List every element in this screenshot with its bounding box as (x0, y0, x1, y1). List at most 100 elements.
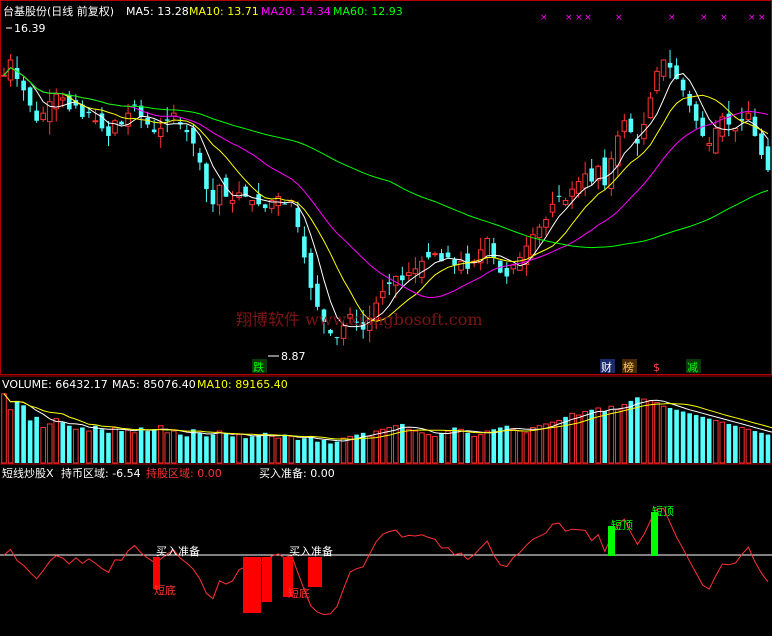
candle-body-down (426, 251, 431, 258)
volume-bar (125, 428, 131, 464)
volume-bar (439, 432, 444, 463)
candle-body-up (706, 143, 713, 146)
candle-body-down (759, 133, 764, 155)
x-mark: × (575, 13, 583, 23)
volume-bar (216, 430, 223, 464)
volume-ma5-legend: MA5: 85076.40 (112, 378, 196, 391)
volume-bar (256, 434, 261, 463)
volume-bar (693, 415, 699, 463)
volume-bar (432, 435, 438, 464)
volume-bar (647, 400, 654, 464)
volume-bar (131, 432, 138, 464)
volume-bar (236, 434, 242, 464)
candle-body-down (602, 157, 608, 186)
volume-bar (563, 416, 568, 463)
volume-bar (491, 429, 497, 463)
event-tag-cai[interactable]: 财 (600, 359, 615, 374)
volume-bar (151, 429, 157, 463)
volume-bar (530, 427, 536, 464)
candle-body-down (86, 111, 92, 114)
volume-bar (184, 436, 190, 463)
ma5-legend: MA5: 13.28 (126, 5, 189, 18)
volume-bar (497, 427, 503, 463)
volume-bar (602, 411, 608, 463)
volume-bar (66, 425, 72, 463)
volume-bar (86, 430, 92, 464)
ma60-line (3, 66, 769, 249)
candle-body-up (582, 173, 588, 189)
candle-body-down (680, 79, 686, 91)
volume-bar (230, 436, 235, 463)
volume-bar (680, 411, 686, 463)
volume-bar (243, 438, 248, 463)
candle-body-up (432, 253, 438, 256)
volume-bar (386, 427, 393, 464)
volume-bar (759, 432, 764, 463)
volume-bar (615, 409, 621, 464)
volume-bar (145, 431, 150, 463)
volume-bar (191, 429, 196, 463)
volume-bar (7, 409, 14, 464)
volume-bar (674, 409, 679, 463)
volume-bar (477, 434, 484, 464)
volume-bar (170, 430, 177, 464)
event-tag-jian[interactable]: 减 (686, 359, 701, 374)
candle-body-up (484, 237, 491, 259)
volume-bar (178, 434, 183, 463)
event-tag-die[interactable]: 跌 (252, 359, 267, 374)
candle-body-down (14, 67, 20, 79)
volume-bar (366, 435, 373, 464)
volume-bar (412, 430, 419, 464)
candle-body-down (308, 252, 314, 288)
volume-bar (484, 430, 491, 464)
volume-bar (582, 411, 588, 464)
volume-bar (400, 423, 405, 463)
volume-bar (504, 425, 510, 463)
volume-bar (510, 428, 517, 464)
volume-bar (321, 439, 327, 463)
event-tag-bang[interactable]: 榜 (622, 359, 637, 374)
stock-name-label: 台基股份(日线 前复权) (3, 4, 114, 18)
volume-bar (765, 434, 771, 463)
hold-stock-label: 持股区域: 0.00 (146, 466, 222, 480)
volume-bar (138, 427, 144, 463)
event-tag-label: $ (653, 361, 660, 374)
candle-body-up (536, 226, 543, 239)
volume-bar (295, 439, 301, 463)
indicator-name-label: 短线炒股X (2, 466, 54, 480)
volume-bar (667, 407, 673, 463)
candle-body-down (386, 282, 392, 285)
candle-body-down (693, 104, 699, 121)
x-mark: × (748, 13, 756, 23)
volume-bar (99, 429, 105, 463)
volume-bar (445, 430, 451, 464)
hold-coin-label: 持币区域: -6.54 (61, 466, 141, 480)
volume-bar (379, 428, 386, 464)
event-tag-dollar[interactable]: $ (651, 359, 663, 374)
candle-body-down (151, 129, 157, 133)
volume-bar (60, 422, 66, 463)
volume-bar (27, 420, 33, 463)
x-mark: × (668, 13, 676, 23)
volume-bar (340, 437, 347, 464)
candle-body-up (59, 97, 66, 101)
short-bottom-annotation: 短底 (288, 586, 310, 600)
candle-body-down (210, 189, 216, 205)
candle-body-down (400, 275, 405, 281)
volume-bar (523, 432, 530, 464)
candle-body-down (726, 113, 732, 125)
volume-label: VOLUME: 66432.17 (2, 378, 108, 391)
volume-bar (197, 432, 203, 463)
candle-body-down (34, 110, 39, 121)
volume-bar (112, 427, 118, 464)
ma10-legend: MA10: 13.71 (189, 5, 259, 18)
top-x-marks-layer: × × ×× × × × × × × (540, 13, 766, 23)
candle-body-down (27, 87, 33, 106)
volume-bar (373, 430, 380, 464)
x-mark: × (540, 13, 548, 23)
candle-body-up (406, 272, 412, 276)
candle-body-up (745, 112, 752, 120)
volume-bar (549, 421, 556, 464)
short-bottom-annotation: 短底 (154, 583, 176, 597)
volume-bar (706, 418, 712, 463)
